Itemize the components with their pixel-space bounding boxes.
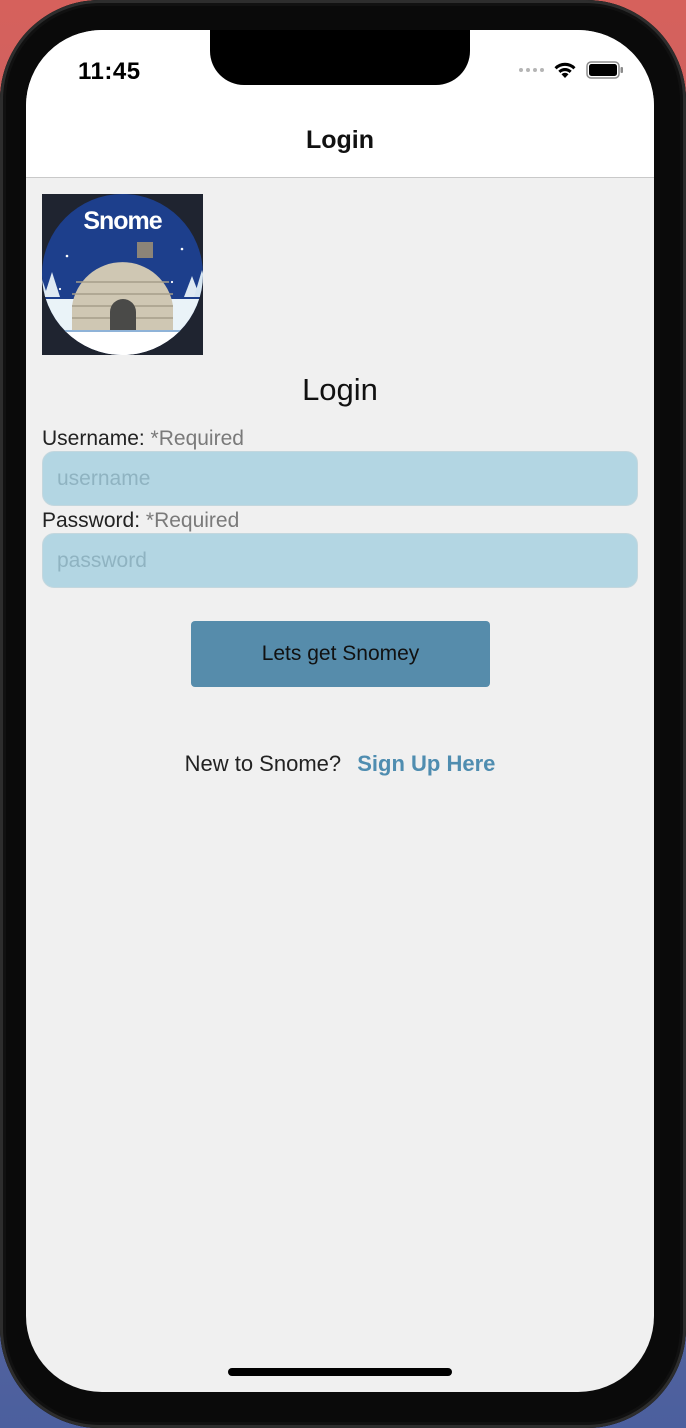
status-icons	[519, 60, 624, 80]
phone-frame: Login 11:45 Snome Login Username: *Requi…	[0, 0, 686, 1428]
signup-link[interactable]: Sign Up Here	[357, 751, 495, 776]
password-required-hint: *Required	[145, 509, 240, 532]
signup-prompt: New to Snome?	[184, 751, 342, 776]
username-label-text: Username:	[42, 427, 145, 450]
notch	[210, 30, 470, 85]
username-required-hint: *Required	[150, 427, 244, 450]
cellular-signal-icon	[519, 68, 544, 72]
app-screen: Login 11:45 Snome Login Username: *Requi…	[26, 30, 654, 1392]
status-time: 11:45	[78, 58, 141, 85]
signup-row: New to Snome? Sign Up Here	[26, 751, 654, 777]
home-indicator[interactable]	[228, 1368, 452, 1376]
password-label-text: Password:	[42, 509, 141, 532]
username-input[interactable]	[42, 451, 638, 506]
igloo-logo-icon: Snome	[42, 194, 203, 355]
svg-text:Snome: Snome	[83, 207, 162, 235]
username-label: Username: *Required	[42, 427, 244, 451]
battery-icon	[586, 61, 623, 79]
password-label: Password: *Required	[42, 509, 239, 533]
password-input[interactable]	[42, 533, 638, 588]
wifi-icon	[554, 62, 576, 78]
app-logo: Snome	[42, 194, 203, 355]
login-button[interactable]: Lets get Snomey	[191, 621, 490, 687]
page-heading: Login	[302, 372, 378, 407]
nav-title: Login	[305, 126, 375, 154]
